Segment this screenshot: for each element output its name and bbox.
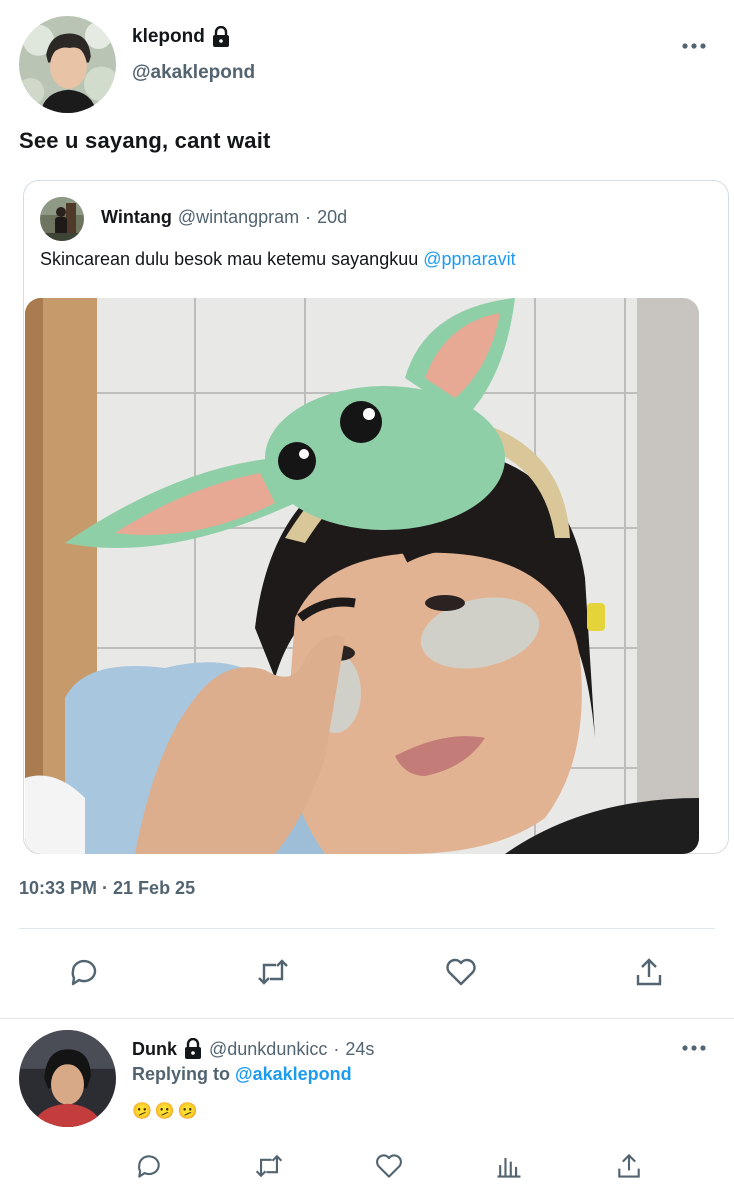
tweet-timestamp[interactable]: 10:33 PM · 21 Feb 25 bbox=[19, 878, 195, 899]
reply-author-avatar-image bbox=[19, 1030, 116, 1127]
quoted-tweet-card[interactable]: Wintang @wintangpram · 20d Skincarean du… bbox=[23, 180, 729, 854]
reply-author-avatar[interactable] bbox=[19, 1030, 116, 1127]
replying-to-mention[interactable]: @akaklepond bbox=[235, 1064, 352, 1084]
quoted-header: Wintang @wintangpram · 20d bbox=[101, 207, 347, 228]
quoted-separator: · bbox=[305, 207, 312, 227]
share-button[interactable] bbox=[629, 952, 669, 992]
reply-reply-button[interactable] bbox=[129, 1146, 169, 1186]
share-icon bbox=[636, 958, 662, 986]
reply-retweet-button[interactable] bbox=[249, 1146, 289, 1186]
share-icon bbox=[618, 1153, 640, 1178]
quoted-photo-image bbox=[25, 298, 699, 854]
heart-icon bbox=[376, 1154, 402, 1178]
quoted-tweet-text: Skincarean dulu besok mau ketemu sayangk… bbox=[40, 249, 516, 270]
author-avatar[interactable] bbox=[19, 16, 116, 113]
reply-time[interactable]: 24s bbox=[345, 1039, 374, 1060]
retweet-button[interactable] bbox=[253, 952, 293, 992]
quoted-text-body: Skincarean dulu besok mau ketemu sayangk… bbox=[40, 249, 419, 269]
reply-header: Dunk @dunkdunkicc · 24s bbox=[132, 1037, 374, 1060]
replying-to-line: Replying to @akaklepond bbox=[132, 1064, 352, 1085]
author-name[interactable]: klepond bbox=[132, 26, 205, 48]
retweet-icon bbox=[255, 1154, 283, 1178]
author-avatar-image bbox=[19, 16, 116, 113]
quoted-author-avatar-image bbox=[40, 197, 84, 241]
reply-views-button[interactable] bbox=[489, 1146, 529, 1186]
lock-icon bbox=[183, 1037, 203, 1060]
tweet-text: See u sayang, cant wait bbox=[19, 128, 271, 153]
retweet-icon bbox=[258, 959, 288, 985]
reply-more-options-icon[interactable] bbox=[680, 1038, 708, 1058]
replying-to-label: Replying to bbox=[132, 1064, 230, 1084]
heart-icon bbox=[446, 958, 476, 986]
reply-icon bbox=[71, 959, 97, 986]
reply-author-name[interactable]: Dunk bbox=[132, 1039, 177, 1060]
quoted-author-name[interactable]: Wintang bbox=[101, 207, 172, 228]
divider bbox=[0, 1018, 734, 1019]
reply-icon bbox=[138, 1155, 160, 1178]
reply-author-handle[interactable]: @dunkdunkicc bbox=[209, 1039, 327, 1060]
quoted-author-handle[interactable]: @wintangpram bbox=[178, 207, 299, 228]
reply-separator: · bbox=[333, 1038, 340, 1059]
author-name-row[interactable]: klepond bbox=[132, 25, 231, 48]
more-options-icon[interactable] bbox=[680, 36, 708, 56]
divider bbox=[19, 928, 715, 929]
views-icon bbox=[497, 1158, 521, 1178]
reply-share-button[interactable] bbox=[609, 1146, 649, 1186]
author-handle[interactable]: @akaklepond bbox=[132, 62, 255, 84]
reply-like-button[interactable] bbox=[369, 1146, 409, 1186]
quoted-photo[interactable] bbox=[25, 298, 699, 854]
quoted-author-avatar[interactable] bbox=[40, 197, 84, 241]
reply-text: 🫤🫤🫤 bbox=[132, 1103, 201, 1120]
quoted-time[interactable]: 20d bbox=[317, 207, 347, 228]
quoted-mention-link[interactable]: @ppnaravit bbox=[423, 249, 515, 269]
reply-button[interactable] bbox=[64, 952, 104, 992]
like-button[interactable] bbox=[441, 952, 481, 992]
lock-icon bbox=[211, 25, 231, 48]
